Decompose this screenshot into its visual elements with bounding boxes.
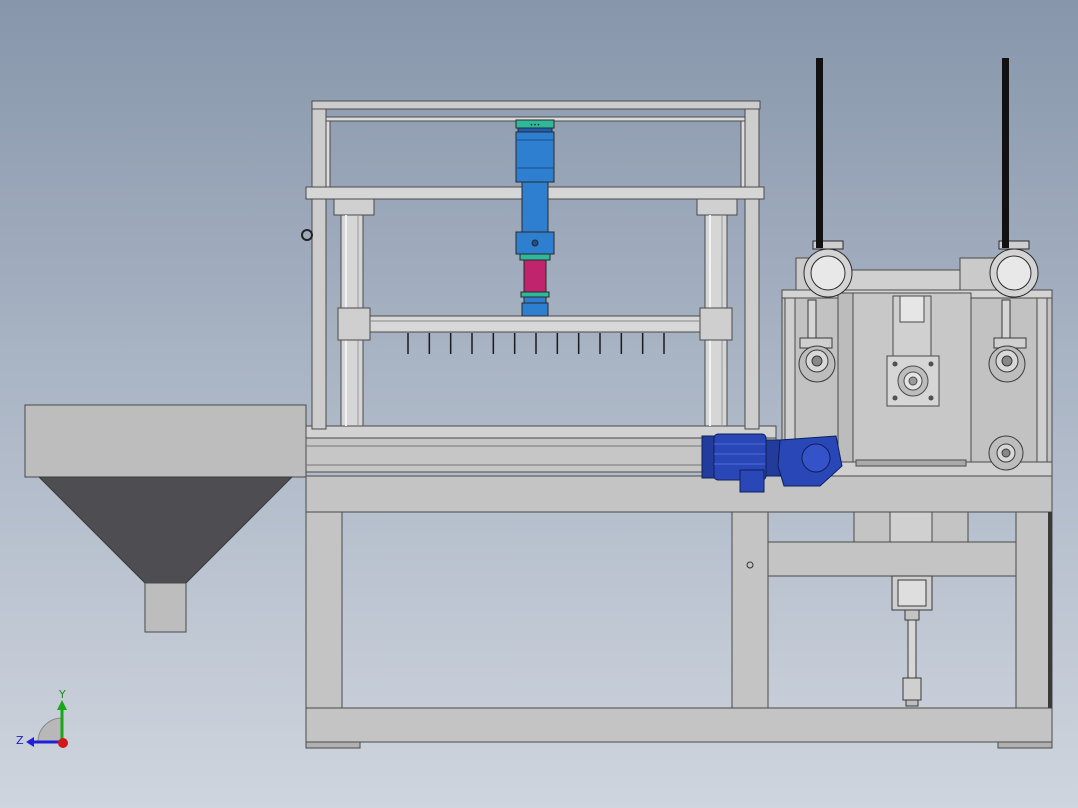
- cad-viewport[interactable]: ••• Y Z: [0, 0, 1078, 808]
- x-axis-dot: [58, 738, 68, 748]
- cable-chain-left: [816, 58, 823, 248]
- cylinder-magenta-section: [523, 259, 547, 293]
- column-cap-right: [696, 198, 738, 216]
- bracket-center: [889, 511, 933, 543]
- foot-left: [305, 741, 361, 749]
- slider-block-right: [699, 307, 733, 341]
- cylinder-rod-upper: [521, 181, 549, 233]
- right-edge-shadow: [1048, 512, 1052, 708]
- z-axis-label: Z: [16, 734, 24, 747]
- base-leg-mid: [731, 511, 769, 709]
- machine-drawing: ••• Y Z: [16, 58, 1053, 749]
- y-axis-head: [57, 700, 67, 710]
- hopper-box: [24, 404, 307, 478]
- base-cross-beam: [767, 541, 1017, 577]
- lower-push-cylinder: [891, 575, 933, 707]
- pneumatic-cylinder: •••: [515, 119, 555, 317]
- bracket-1: [853, 511, 891, 543]
- sprocket-lower: [988, 435, 1024, 471]
- frame-latch: [301, 229, 313, 241]
- axis-triad: Y Z: [16, 688, 68, 748]
- column-cap-left: [333, 198, 375, 216]
- slider-block-left: [337, 307, 371, 341]
- roller-left: [803, 240, 853, 298]
- hopper: [24, 404, 307, 633]
- cable-chain-right: [1002, 58, 1009, 248]
- triad-arc: [37, 717, 63, 743]
- cable-chains: [816, 58, 1009, 248]
- base-top-beam: [305, 475, 1053, 513]
- z-axis-head: [26, 737, 34, 747]
- needle-beam: [369, 315, 701, 333]
- foot-right: [997, 741, 1053, 749]
- hopper-outlet: [144, 582, 187, 633]
- y-axis-label: Y: [58, 688, 66, 701]
- base-bottom-beam: [305, 707, 1053, 743]
- base-frame: [305, 475, 1053, 749]
- hopper-funnel: [37, 476, 294, 584]
- base-leg-left: [305, 511, 343, 709]
- roller-right: [989, 240, 1039, 298]
- base-leg-right: [1015, 511, 1053, 709]
- bracket-2: [931, 511, 969, 543]
- needles: [407, 333, 665, 354]
